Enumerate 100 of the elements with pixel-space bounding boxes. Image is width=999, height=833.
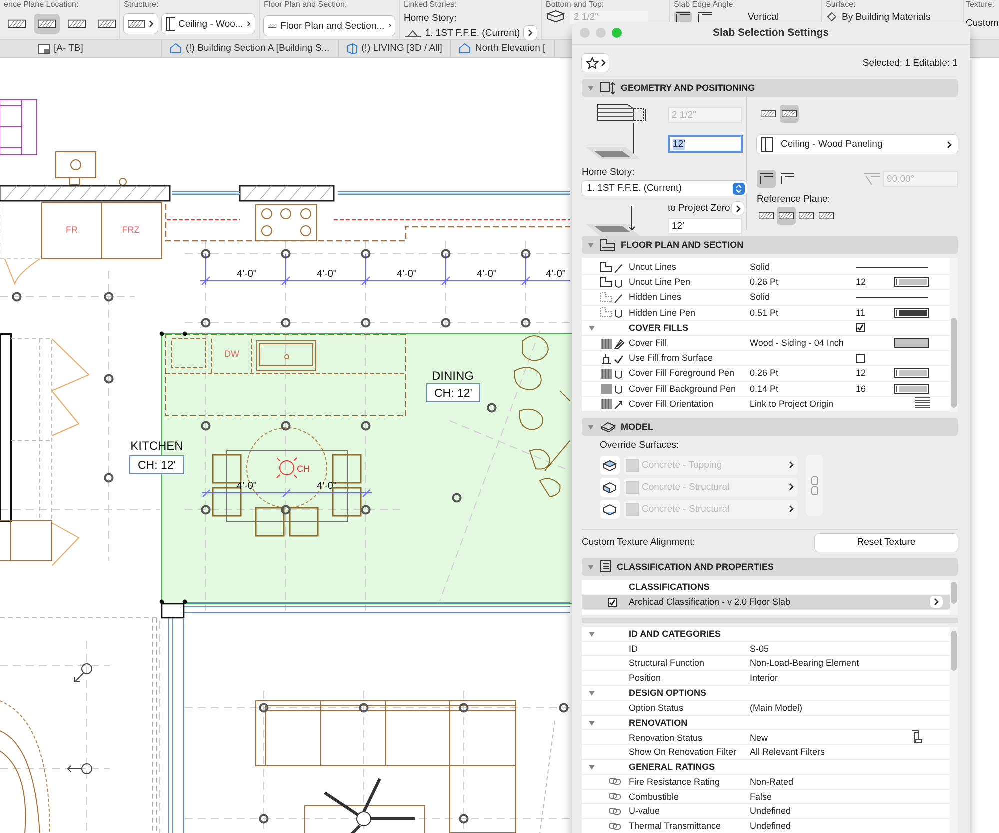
slab-hatch-icon — [38, 19, 56, 29]
checkbox[interactable] — [856, 354, 865, 363]
property-name: Position — [629, 673, 662, 684]
property-name: Show On Renovation Filter — [629, 747, 738, 758]
disclosure-triangle-icon[interactable] — [588, 324, 596, 332]
details-button[interactable] — [930, 596, 943, 608]
group-label: RENOVATION — [629, 718, 689, 728]
offset-field[interactable]: 12' — [668, 135, 743, 153]
section-header[interactable]: CLASSIFICATION AND PROPERTIES — [582, 558, 958, 576]
view-tab[interactable]: (!) Building Section A [Building S... — [162, 40, 339, 57]
edge-angle-button[interactable] — [674, 11, 692, 23]
setting-value: Wood - Siding - 04 Inch — [750, 338, 845, 348]
toolbar-label: Structure: — [124, 0, 160, 10]
story-icon — [404, 28, 422, 38]
group-label: COVER FILLS — [629, 322, 690, 333]
chevron-right-icon — [247, 20, 251, 28]
section-header[interactable]: GEOMETRY AND POSITIONING — [582, 79, 958, 97]
dimension-label: 4'-0" — [237, 269, 257, 280]
edge-angle-button[interactable] — [757, 170, 776, 188]
setting-value: 0.26 Pt — [750, 277, 780, 288]
angle-icon — [863, 172, 881, 186]
edge-angle-button[interactable] — [696, 11, 714, 23]
disclosure-triangle-icon[interactable] — [588, 630, 596, 638]
floor-plan-settings-button[interactable]: Floor Plan and Section... — [264, 16, 395, 36]
structure-type-button[interactable] — [124, 14, 158, 34]
ceiling-height-label: CH: 12' — [434, 388, 472, 400]
row-type-icon — [600, 306, 625, 320]
slab-thickness-icon — [546, 10, 566, 24]
property-value: S-05 — [750, 644, 770, 654]
composite-button[interactable]: Ceiling - Wood Paneling — [757, 135, 958, 154]
elevation-field[interactable]: 12' — [668, 218, 742, 234]
selection-info: Selected: 1 Editable: 1 — [862, 58, 958, 68]
home-story-select[interactable]: 1. 1ST F.F.E. (Current) — [582, 181, 747, 196]
slab-hatch-icon — [761, 109, 776, 119]
surface-toggle-button[interactable] — [600, 478, 620, 497]
classification-row[interactable]: Archicad Classification - v 2.0 Floor Slab — [582, 595, 950, 610]
pen-color-swatch[interactable] — [894, 277, 929, 288]
property-value: Undefined — [750, 806, 792, 816]
layout-sheet-icon — [38, 44, 50, 54]
toolbar-label: Linked Stories: — [404, 0, 458, 10]
line-type-sample[interactable] — [856, 296, 928, 299]
structure-type-button[interactable] — [780, 105, 799, 123]
row-type-icon — [600, 336, 625, 350]
disclosure-triangle-icon[interactable] — [588, 718, 596, 727]
row-type-icon — [600, 290, 625, 304]
geometry-icon — [600, 82, 616, 94]
reset-texture-button[interactable]: Reset Texture — [815, 534, 958, 552]
home-story-label: Home Story: — [404, 13, 458, 24]
fill-pattern-swatch[interactable] — [894, 338, 929, 348]
pen-color-swatch[interactable] — [894, 368, 929, 378]
dimension-label: 4'-0" — [397, 269, 417, 280]
reference-plane-button[interactable] — [777, 207, 796, 225]
view-tab[interactable]: [A- TB] — [0, 40, 162, 57]
slab-hatch-icon — [759, 211, 774, 221]
scrollbar[interactable] — [950, 626, 958, 833]
surface-toggle-button[interactable] — [600, 500, 620, 519]
dimension-label: 4'-0" — [317, 481, 337, 492]
setting-name: Hidden Line Pen — [629, 308, 697, 318]
property-value: Non-Rated — [750, 776, 795, 787]
appliance-label: FRZ — [122, 225, 140, 235]
slab-edge-icon — [780, 173, 795, 185]
favorites-button[interactable] — [582, 54, 609, 72]
reference-level-button[interactable] — [732, 202, 744, 215]
slab-hatch-icon — [98, 19, 116, 29]
pen-color-swatch[interactable] — [894, 308, 929, 318]
scrollbar[interactable] — [950, 258, 958, 412]
composite-button[interactable]: Ceiling - Woo... — [162, 14, 255, 34]
scrollbar[interactable] — [950, 580, 958, 615]
panel-icon — [761, 137, 773, 152]
surface-toggle-button[interactable] — [600, 456, 620, 475]
home-story-button[interactable] — [524, 26, 537, 40]
house-outline-icon — [170, 43, 182, 54]
view-tab[interactable]: (!) LIVING [3D / All] — [338, 40, 452, 57]
link-icon — [609, 793, 621, 800]
property-value: (Main Model) — [750, 702, 804, 713]
home-story-value: 1. 1ST F.F.E. (Current) — [425, 28, 520, 38]
reference-plane-label: Reference Plane: — [757, 194, 832, 205]
line-type-sample[interactable] — [856, 266, 928, 269]
property-name: U-value — [629, 806, 662, 816]
pen-color-swatch[interactable] — [894, 384, 929, 394]
section-header[interactable]: FLOOR PLAN AND SECTION — [582, 236, 958, 254]
chevron-right-icon — [528, 29, 533, 37]
checkbox[interactable] — [608, 598, 617, 607]
reference-plane-button[interactable] — [34, 14, 60, 34]
checkbox[interactable] — [856, 323, 865, 332]
surface-value: By Building Materials — [842, 12, 931, 22]
fill-orientation-icon[interactable] — [915, 397, 930, 408]
setting-name: Uncut Lines — [629, 262, 678, 272]
slab-edge-icon — [676, 12, 690, 22]
override-surfaces-label: Override Surfaces: — [600, 440, 680, 451]
disclosure-triangle-icon[interactable] — [588, 762, 596, 771]
link-icon — [609, 778, 621, 786]
chain-link-button[interactable] — [806, 455, 823, 516]
section-header[interactable]: MODEL — [582, 418, 958, 436]
texture-alignment-label: Custom Texture Alignment: — [582, 537, 696, 548]
group-label: ID AND CATEGORIES — [629, 628, 722, 639]
disclosure-triangle-icon[interactable] — [588, 688, 596, 697]
view-tab[interactable]: North Elevation [ — [451, 40, 555, 57]
house-outline-icon — [459, 43, 472, 54]
setting-name: Cover Fill — [629, 338, 668, 348]
